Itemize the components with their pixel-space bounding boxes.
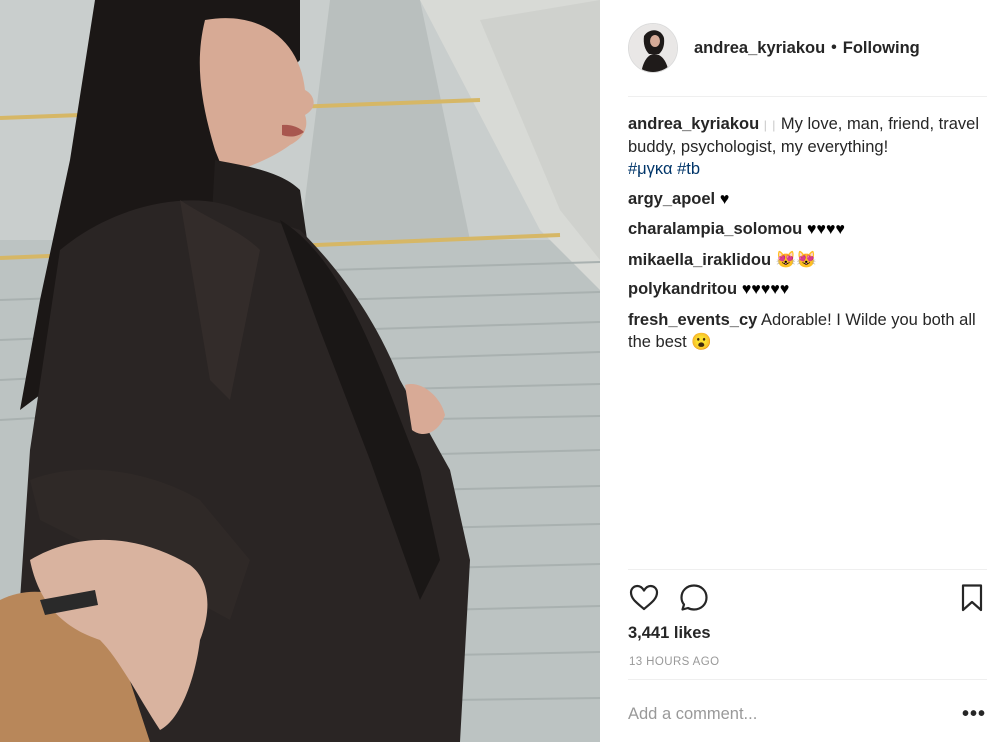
bookmark-icon <box>961 584 983 612</box>
comment-username[interactable]: fresh_events_cy <box>628 311 757 329</box>
more-options-button[interactable]: ••• <box>962 704 986 724</box>
avatar-image <box>629 24 677 72</box>
comment-text: ♥♥♥♥♥ <box>741 281 790 298</box>
comment: fresh_events_cy Adorable! I Wilde you bo… <box>628 309 990 353</box>
likes-count[interactable]: 3,441 likes <box>628 624 711 643</box>
save-button[interactable] <box>956 582 988 614</box>
author-username[interactable]: andrea_kyriakou <box>694 39 825 58</box>
comment-text: ♥♥♥♥ <box>806 221 845 238</box>
comment-username[interactable]: andrea_kyriakou <box>628 115 759 133</box>
caption-prefix: | | <box>763 118 777 132</box>
separator-dot: • <box>831 39 837 56</box>
heart-outline-icon <box>629 584 659 611</box>
divider <box>628 96 987 97</box>
comment: argy_apoel ♥ <box>628 188 990 211</box>
hashtag-link[interactable]: #μγκα <box>628 160 673 178</box>
comment: charalampia_solomou ♥♥♥♥ <box>628 218 990 241</box>
speech-bubble-icon <box>680 584 708 611</box>
caption-comment: andrea_kyriakou | | My love, man, friend… <box>628 113 990 180</box>
comment-username[interactable]: charalampia_solomou <box>628 220 802 238</box>
post-details-panel: andrea_kyriakou • Following andrea_kyria… <box>600 0 1008 742</box>
comment-username[interactable]: mikaella_iraklidou <box>628 251 771 269</box>
post-actions <box>628 582 988 616</box>
comment-username[interactable]: polykandritou <box>628 280 737 298</box>
photo-illustration <box>0 0 600 742</box>
comment: polykandritou ♥♥♥♥♥ <box>628 278 990 301</box>
post-timestamp[interactable]: 13 HOURS AGO <box>629 656 719 668</box>
post-header: andrea_kyriakou • Following <box>628 22 920 74</box>
comment-text: 😻😻 <box>775 250 817 269</box>
comments-list: andrea_kyriakou | | My love, man, friend… <box>628 113 990 360</box>
avatar[interactable] <box>628 23 678 73</box>
comment-text: ♥ <box>719 190 730 208</box>
divider <box>628 569 987 570</box>
comment-username[interactable]: argy_apoel <box>628 190 715 208</box>
following-button[interactable]: Following <box>843 39 920 58</box>
comment-button[interactable] <box>678 582 710 614</box>
comment: mikaella_iraklidou 😻😻 <box>628 249 990 271</box>
post-photo[interactable] <box>0 0 600 742</box>
like-button[interactable] <box>628 582 660 614</box>
hashtag-link[interactable]: #tb <box>677 160 700 178</box>
divider <box>628 679 987 680</box>
add-comment-input[interactable] <box>628 700 948 728</box>
